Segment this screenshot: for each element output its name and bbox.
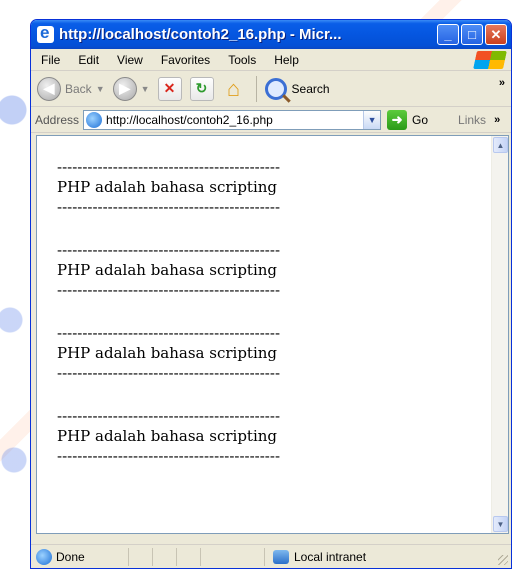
- search-button[interactable]: Search: [264, 77, 330, 100]
- back-arrow-icon: ◀: [37, 76, 61, 101]
- menu-file[interactable]: File: [31, 53, 69, 67]
- scroll-up-icon[interactable]: ▲: [493, 137, 508, 153]
- output-block: ----------------------------------------…: [57, 324, 508, 382]
- dash-line: ----------------------------------------…: [57, 198, 281, 216]
- minimize-button[interactable]: _: [437, 24, 459, 45]
- refresh-icon: ↻: [189, 76, 214, 101]
- dash-line: ----------------------------------------…: [57, 281, 281, 299]
- output-text: PHP adalah bahasa scripting: [57, 178, 278, 196]
- dash-line: ----------------------------------------…: [57, 241, 281, 259]
- page-content[interactable]: ----------------------------------------…: [36, 135, 509, 534]
- stop-button[interactable]: ✕: [157, 76, 182, 101]
- title-bar[interactable]: http://localhost/contoh2_16.php - Micr..…: [31, 20, 511, 49]
- links-label[interactable]: Links: [458, 113, 486, 127]
- address-dropdown-icon[interactable]: ▼: [363, 110, 381, 129]
- home-icon: ⌂: [226, 75, 241, 101]
- zone-label: Local intranet: [294, 549, 367, 564]
- go-arrow-icon: ➜: [387, 109, 408, 130]
- intranet-icon: [273, 549, 289, 564]
- forward-dropdown-icon[interactable]: ▼: [141, 84, 150, 94]
- address-input[interactable]: http://localhost/contoh2_16.php ▼: [83, 109, 382, 130]
- page-done-icon: [36, 548, 52, 565]
- output-block: ----------------------------------------…: [57, 241, 508, 299]
- menu-edit[interactable]: Edit: [69, 53, 108, 67]
- back-button[interactable]: ◀ Back ▼: [37, 76, 105, 101]
- back-dropdown-icon[interactable]: ▼: [96, 84, 105, 94]
- dash-line: ----------------------------------------…: [57, 447, 281, 465]
- search-label: Search: [291, 81, 330, 96]
- status-text: Done: [56, 549, 85, 564]
- output-text: PHP adalah bahasa scripting: [57, 427, 278, 445]
- menu-bar: File Edit View Favorites Tools Help: [31, 49, 511, 71]
- output-text: PHP adalah bahasa scripting: [57, 344, 278, 362]
- resize-grip-icon[interactable]: [498, 555, 508, 565]
- windows-logo-icon: [473, 51, 507, 69]
- close-button[interactable]: ✕: [485, 24, 507, 45]
- status-panel: [176, 547, 200, 566]
- menu-favorites[interactable]: Favorites: [152, 53, 219, 67]
- caption-buttons: _ □ ✕: [437, 24, 507, 45]
- scroll-down-icon[interactable]: ▼: [493, 516, 508, 532]
- stop-icon: ✕: [157, 76, 182, 101]
- forward-arrow-icon: ▶: [112, 76, 137, 101]
- status-panel: [200, 547, 224, 566]
- output-block: ----------------------------------------…: [57, 158, 508, 216]
- security-zone: Local intranet: [264, 547, 367, 566]
- back-label: Back: [65, 81, 92, 96]
- go-button[interactable]: ➜ Go: [387, 109, 429, 130]
- toolbar-separator: [255, 75, 257, 102]
- output-text: PHP adalah bahasa scripting: [57, 261, 278, 279]
- menu-help[interactable]: Help: [265, 53, 308, 67]
- home-button[interactable]: ⌂: [222, 75, 246, 101]
- forward-button[interactable]: ▶ ▼: [112, 76, 150, 101]
- status-panel: [128, 547, 152, 566]
- standard-toolbar: ◀ Back ▼ ▶ ▼ ✕ ↻ ⌂ Search »: [31, 71, 511, 107]
- status-bar: Done Local intranet: [31, 544, 511, 568]
- document-body: ----------------------------------------…: [37, 136, 508, 465]
- address-url[interactable]: http://localhost/contoh2_16.php: [106, 113, 363, 127]
- address-bar: Address http://localhost/contoh2_16.php …: [31, 107, 511, 133]
- output-block: ----------------------------------------…: [57, 407, 508, 465]
- page-icon: [86, 111, 103, 128]
- ie-icon: [37, 23, 54, 43]
- menu-tools[interactable]: Tools: [219, 53, 265, 67]
- dash-line: ----------------------------------------…: [57, 158, 281, 176]
- vertical-scrollbar[interactable]: ▲ ▼: [491, 136, 508, 533]
- status-panel: [152, 547, 176, 566]
- window-title: http://localhost/contoh2_16.php - Micr..…: [59, 26, 342, 43]
- toolbar-chevron-icon[interactable]: »: [499, 77, 505, 89]
- menu-view[interactable]: View: [108, 53, 152, 67]
- refresh-button[interactable]: ↻: [189, 76, 214, 101]
- go-label: Go: [412, 112, 429, 127]
- dash-line: ----------------------------------------…: [57, 364, 281, 382]
- search-icon: [264, 77, 287, 100]
- browser-window: http://localhost/contoh2_16.php - Micr..…: [30, 19, 512, 569]
- links-chevron-icon[interactable]: »: [494, 114, 500, 126]
- dash-line: ----------------------------------------…: [57, 407, 281, 425]
- maximize-button[interactable]: □: [461, 24, 483, 45]
- address-label: Address: [35, 112, 80, 127]
- dash-line: ----------------------------------------…: [57, 324, 281, 342]
